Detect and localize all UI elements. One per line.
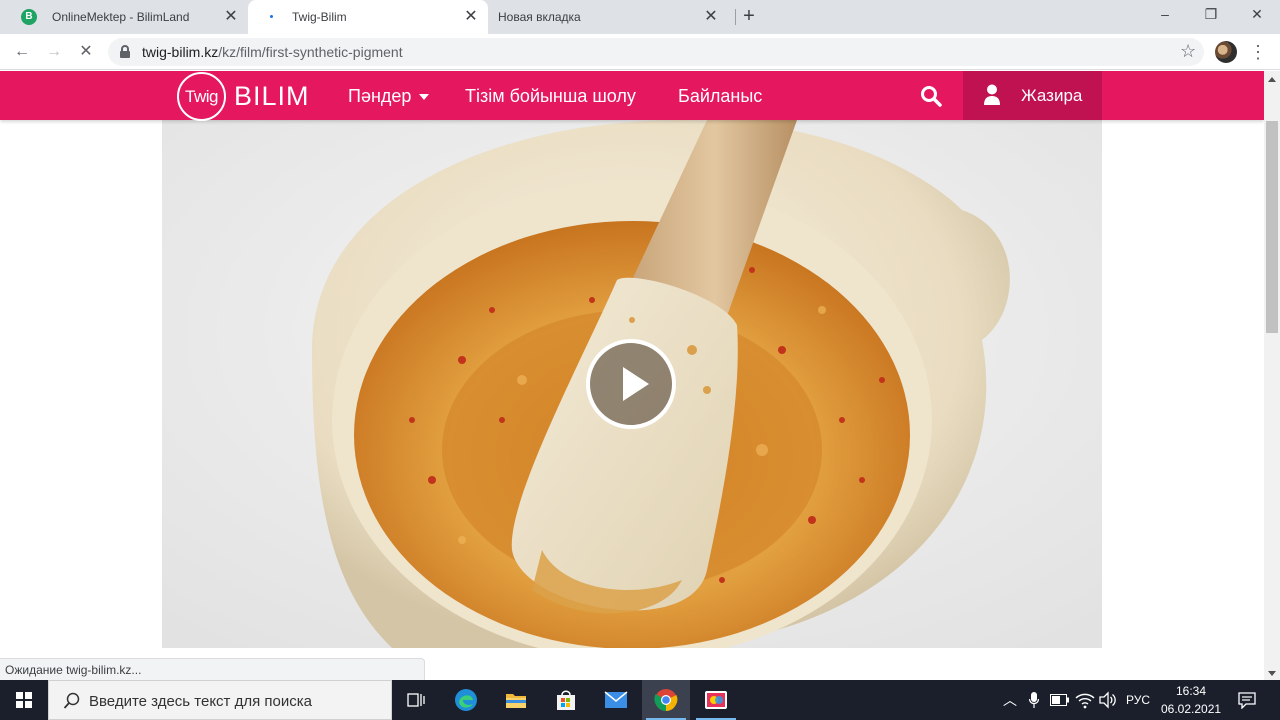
back-button[interactable]: ← [10, 40, 34, 64]
task-view-icon [407, 693, 425, 707]
windows-logo-icon [16, 692, 32, 708]
edge-button[interactable] [442, 680, 490, 720]
browser-toolbar: ← → ✕ twig-bilim.kz/kz/film/first-synthe… [0, 34, 1280, 70]
stop-loading-button[interactable]: ✕ [74, 40, 98, 64]
edge-icon [455, 689, 477, 711]
nav-subjects[interactable]: Пәндер [348, 86, 411, 107]
lock-icon [120, 45, 130, 58]
windows-taskbar: Введите здесь текст для поиска ︿ РУС 16:… [0, 680, 1280, 720]
url-text: twig-bilim.kz/kz/film/first-synthetic-pi… [142, 44, 403, 60]
volume-icon[interactable] [1098, 691, 1116, 709]
store-icon [557, 690, 575, 710]
bilim-wordmark[interactable]: BILIM [234, 81, 310, 112]
browser-menu-button[interactable]: ⋮ [1248, 40, 1268, 64]
scrollbar-thumb[interactable] [1266, 121, 1278, 333]
page-scrollbar[interactable] [1264, 71, 1280, 680]
address-bar[interactable]: twig-bilim.kz/kz/film/first-synthetic-pi… [108, 38, 1204, 66]
notifications-icon[interactable] [1238, 691, 1256, 709]
tab-twig-bilim[interactable]: Twig-Bilim ✕ [248, 0, 488, 34]
close-tab-icon[interactable]: ✕ [702, 8, 720, 26]
tab-strip: B OnlineMektep - BilimLand ✕ Twig-Bilim … [0, 0, 1280, 34]
play-icon [623, 367, 649, 401]
page-viewport: Twig BILIM Пәндер Тізім бойынша шолу Бай… [0, 71, 1264, 680]
clock-date[interactable]: 06.02.2021 [1161, 702, 1221, 716]
forward-button[interactable]: → [42, 40, 66, 64]
battery-icon[interactable] [1050, 694, 1070, 706]
close-tab-icon[interactable]: ✕ [222, 8, 240, 26]
loading-spinner-icon [270, 15, 273, 18]
search-icon [63, 692, 80, 709]
show-hidden-icons-chevron-icon[interactable]: ︿ [1003, 692, 1017, 708]
scroll-down-arrow-icon[interactable] [1268, 671, 1276, 676]
chevron-down-icon[interactable] [419, 94, 429, 100]
site-header: Twig BILIM Пәндер Тізім бойынша шолу Бай… [0, 71, 1264, 121]
photos-app-button[interactable] [692, 680, 740, 720]
nav-contact[interactable]: Байланыс [678, 86, 762, 107]
bilimland-favicon-icon: B [21, 9, 37, 25]
url-host: twig-bilim.kz [142, 44, 219, 60]
user-name: Жазира [1021, 86, 1083, 105]
new-tab-button[interactable]: + [738, 5, 760, 27]
tab-new[interactable]: Новая вкладка ✕ [488, 0, 728, 34]
bookmark-star-icon[interactable]: ☆ [1180, 41, 1196, 62]
tab-title: Новая вкладка [498, 10, 581, 24]
search-icon[interactable] [920, 85, 942, 107]
file-explorer-icon [506, 694, 526, 708]
chrome-button[interactable] [642, 680, 690, 720]
mail-button[interactable] [592, 680, 640, 720]
scroll-up-arrow-icon[interactable] [1268, 77, 1276, 82]
profile-avatar[interactable] [1215, 41, 1237, 63]
close-tab-icon[interactable]: ✕ [462, 8, 480, 26]
clock-time[interactable]: 16:34 [1176, 684, 1206, 698]
screen: B OnlineMektep - BilimLand ✕ Twig-Bilim … [0, 0, 1280, 720]
tab-title: Twig-Bilim [292, 10, 347, 24]
photos-app-icon [705, 691, 727, 709]
minimize-button[interactable]: – [1153, 4, 1177, 24]
user-menu-button[interactable]: Жазира [963, 71, 1102, 120]
tab-separator [735, 9, 736, 25]
chrome-icon [654, 689, 678, 711]
search-placeholder: Введите здесь текст для поиска [89, 693, 312, 710]
play-video-button[interactable] [586, 339, 676, 429]
store-button[interactable] [542, 680, 590, 720]
restore-button[interactable]: ❐ [1199, 4, 1223, 24]
file-explorer-button[interactable] [492, 680, 540, 720]
twig-logo[interactable]: Twig [177, 72, 226, 121]
tab-title: OnlineMektep - BilimLand [52, 10, 190, 24]
input-language[interactable]: РУС [1126, 693, 1150, 707]
status-bubble: Ожидание twig-bilim.kz... [0, 658, 425, 680]
microphone-icon[interactable] [1029, 691, 1039, 709]
mail-icon [604, 691, 628, 708]
task-view-button[interactable] [392, 680, 440, 720]
user-icon [984, 84, 1000, 105]
nav-browse-list[interactable]: Тізім бойынша шолу [465, 86, 636, 107]
film-poster[interactable] [162, 120, 1102, 648]
start-button[interactable] [0, 680, 48, 720]
close-window-button[interactable]: ✕ [1245, 4, 1269, 24]
wifi-icon[interactable] [1075, 691, 1095, 709]
url-path: /kz/film/first-synthetic-pigment [218, 44, 403, 60]
tab-onlinemektep[interactable]: B OnlineMektep - BilimLand ✕ [8, 0, 248, 34]
taskbar-search[interactable]: Введите здесь текст для поиска [48, 680, 392, 720]
